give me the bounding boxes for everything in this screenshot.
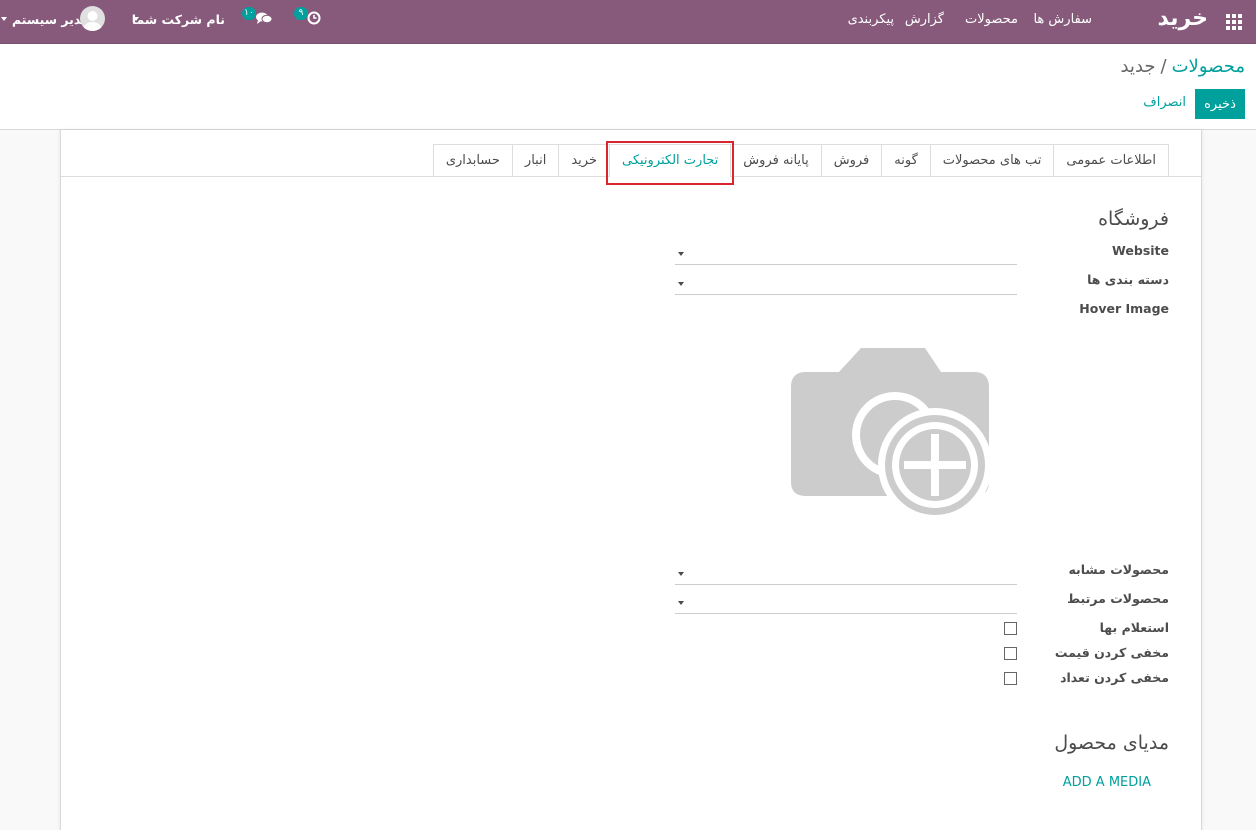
app-brand[interactable]: خرید <box>1157 6 1208 31</box>
activities-badge: ۹ <box>294 7 308 20</box>
hide-price-checkbox[interactable] <box>1004 647 1017 660</box>
user-name: مدیر سیستم <box>12 12 89 27</box>
form-sheet: اطلاعات عمومی تب های محصولات گونه فروش پ… <box>60 130 1202 830</box>
save-button[interactable]: ذخیره <box>1195 89 1245 119</box>
tab-inventory[interactable]: انبار <box>511 144 560 176</box>
control-panel: محصولات/جدید ذخیره انصراف <box>0 44 1256 130</box>
messages-systray[interactable]: ۱۰ <box>242 7 274 29</box>
related-products-label: محصولات مرتبط <box>1067 591 1169 606</box>
tab-purchase[interactable]: خرید <box>558 144 610 176</box>
product-media-title: مدیای محصول <box>1054 732 1169 754</box>
caret-down-icon <box>678 572 684 576</box>
add-media-link[interactable]: ADD A MEDIA <box>1063 775 1151 790</box>
chat-icon <box>256 12 273 24</box>
activities-systray[interactable]: ۹ <box>294 7 322 29</box>
caret-down-icon <box>678 282 684 286</box>
categories-field[interactable] <box>675 272 1017 295</box>
menu-products[interactable]: محصولات <box>965 12 1018 27</box>
top-navbar: خرید سفارش ها محصولات گزارش پیکربندی ۹ ۱… <box>0 0 1256 44</box>
tab-sales[interactable]: فروش <box>820 144 883 176</box>
company-name: نام شرکت شما <box>131 12 225 27</box>
tab-point-of-sale[interactable]: پایانه فروش <box>730 144 822 176</box>
tab-variants[interactable]: گونه <box>881 144 931 176</box>
website-label: Website <box>1112 243 1169 258</box>
menu-reporting[interactable]: گزارش <box>905 12 944 27</box>
avatar-icon <box>80 6 105 31</box>
apps-icon[interactable] <box>1226 14 1242 30</box>
categories-label: دسته بندی ها <box>1087 272 1169 287</box>
hide-quantity-label: مخفی کردن تعداد <box>1060 670 1169 685</box>
tab-product-tabs[interactable]: تب های محصولات <box>929 144 1055 176</box>
breadcrumb-separator: / <box>1160 56 1167 77</box>
caret-down-icon <box>678 252 684 256</box>
caret-down-icon <box>1 17 7 21</box>
messages-badge: ۱۰ <box>242 7 256 20</box>
user-menu[interactable]: مدیر سیستم <box>0 6 108 31</box>
tab-ecommerce[interactable]: تجارت الکترونیکی <box>605 141 735 185</box>
similar-products-field[interactable] <box>675 562 1017 585</box>
hide-quantity-checkbox[interactable] <box>1004 672 1017 685</box>
website-select[interactable] <box>675 242 1017 265</box>
breadcrumb: محصولات/جدید <box>1120 56 1245 77</box>
menu-configuration[interactable]: پیکربندی <box>848 12 894 27</box>
caret-down-icon <box>678 601 684 605</box>
breadcrumb-products-link[interactable]: محصولات <box>1172 56 1245 77</box>
company-switcher[interactable]: نام شرکت شما <box>130 9 225 29</box>
tab-accounting[interactable]: حسابداری <box>432 144 513 176</box>
request-price-label: استعلام بها <box>1099 620 1169 635</box>
shop-section-title: فروشگاه <box>1098 208 1169 230</box>
notebook-tabs: اطلاعات عمومی تب های محصولات گونه فروش پ… <box>432 141 1169 185</box>
breadcrumb-current: جدید <box>1120 56 1156 77</box>
similar-products-label: محصولات مشابه <box>1068 562 1169 577</box>
discard-button[interactable]: انصراف <box>1143 95 1186 110</box>
menu-orders[interactable]: سفارش ها <box>1033 12 1092 27</box>
hover-image-label: Hover Image <box>1079 301 1169 316</box>
image-upload-placeholder-icon[interactable] <box>789 347 991 523</box>
tab-general-info[interactable]: اطلاعات عمومی <box>1053 144 1169 176</box>
request-price-checkbox[interactable] <box>1004 622 1017 635</box>
related-products-field[interactable] <box>675 591 1017 614</box>
hide-price-label: مخفی کردن قیمت <box>1054 645 1169 660</box>
clock-icon <box>307 11 321 25</box>
